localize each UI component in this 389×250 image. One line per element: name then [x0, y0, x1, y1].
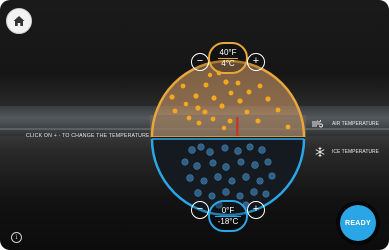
ready-button[interactable]: READY — [340, 205, 376, 241]
ice-increase-button[interactable]: + — [247, 201, 265, 219]
air-temp-fahrenheit: 40°F — [219, 47, 237, 57]
ice-temperature-label: ICE TEMPERATURE — [331, 149, 379, 155]
air-temperature-icon — [311, 120, 323, 128]
air-temperature-label: AIR TEMPERATURE — [331, 121, 379, 127]
ice-temperature-legend: ICE TEMPERATURE — [315, 147, 379, 157]
info-icon[interactable]: i — [11, 232, 22, 243]
ice-decrease-button[interactable]: − — [191, 201, 209, 219]
air-increase-button[interactable]: + — [247, 53, 265, 71]
air-temp-celsius: 4°C — [218, 57, 238, 69]
ice-temp-fahrenheit: 0°F — [221, 205, 235, 215]
air-temperature-legend: AIR TEMPERATURE — [311, 120, 379, 128]
ice-temp-celsius: -18°C — [214, 215, 242, 227]
temperature-screen: CLICK ON + - TO CHANGE THE TEMPERATURE −… — [0, 0, 389, 250]
ice-temperature-display: 0°F -18°C — [208, 200, 248, 232]
instruction-text: CLICK ON + - TO CHANGE THE TEMPERATURE — [26, 133, 150, 139]
air-decrease-button[interactable]: − — [191, 53, 209, 71]
air-temperature-display: 40°F 4°C — [208, 42, 248, 74]
snowflake-icon — [315, 147, 325, 157]
